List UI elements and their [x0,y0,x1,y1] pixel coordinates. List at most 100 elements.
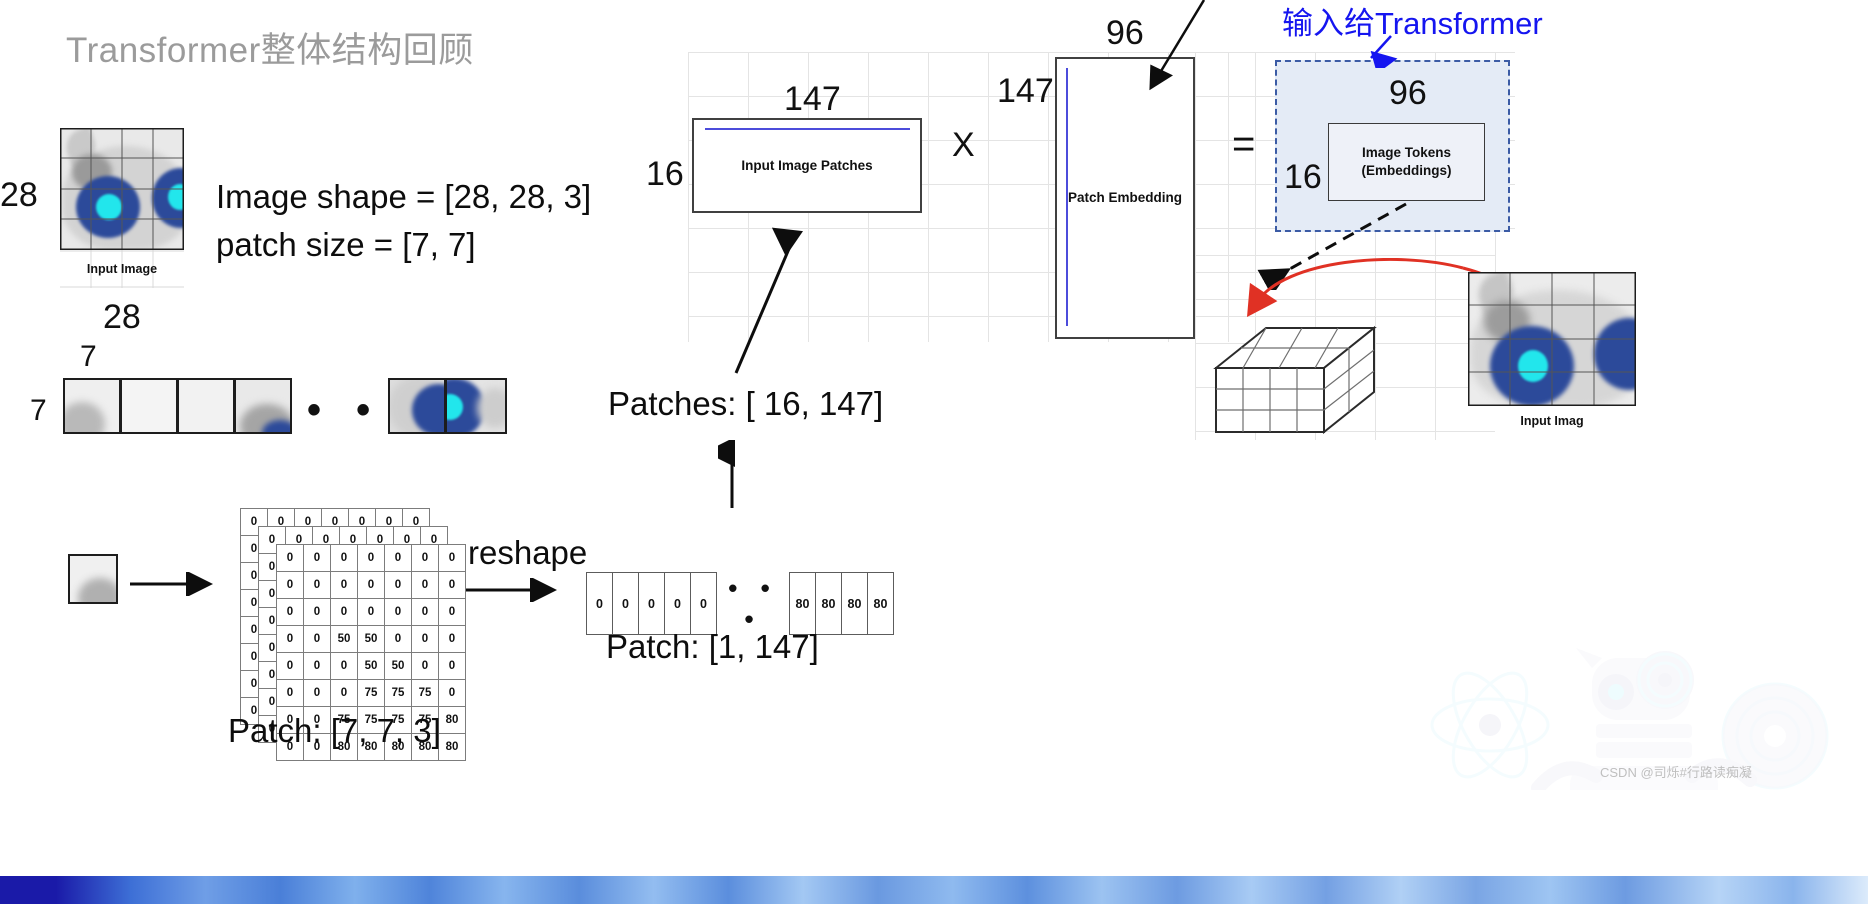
patch-matrix-cell: 0 [330,544,358,572]
row-vector-ellipsis: • • • [728,572,778,634]
row-vector-cell: 0 [664,572,691,635]
embedding-pointer-arrow [1149,0,1206,91]
patch-matrix-cell: 0 [276,652,304,680]
patch-matrix-cell: 50 [357,652,385,680]
rhs-col-indicator [1066,68,1068,326]
patch-matrix-cell: 0 [438,625,466,653]
patch-strip-cell [388,378,446,434]
patch-matrix-cell: 0 [438,598,466,626]
patch-matrix-cell: 75 [357,679,385,707]
rhs-rows-label: 147 [997,72,1054,110]
input-image-caption: Input Image [86,262,158,276]
patch-matrix-row: 0000000 [276,598,466,626]
tokens-cols-label: 96 [1389,74,1427,112]
input-image-thumbnail-group: Input Image [60,128,184,288]
patch-vector-up-arrow [718,440,735,508]
patch-matrix-cell: 0 [330,571,358,599]
patch-matrix-cell: 0 [438,652,466,680]
row-vector-cell: 0 [586,572,613,635]
image-height-label: 28 [0,176,38,214]
multiply-operator: X [952,126,975,164]
patch-matrix-cell: 0 [384,544,412,572]
patch-matrix-cell: 0 [357,598,385,626]
image-shape-equation: Image shape = [28, 28, 3] [216,178,592,215]
patch-matrix-cell: 80 [438,706,466,734]
tokens-rows-label: 16 [1284,158,1322,196]
patch-matrix-row: 0007575750 [276,679,466,707]
image-width-label: 28 [103,298,141,336]
row-vector-cell: 80 [789,572,816,635]
reshape-label: reshape [468,534,588,571]
patch-matrix-cell: 0 [438,679,466,707]
lhs-rows-label: 16 [646,155,684,193]
image-tokens-label-line2: (Embeddings) [1361,163,1452,178]
patch-matrix-cell: 0 [411,598,439,626]
patch-matrix-cell: 0 [276,598,304,626]
slide-canvas: Transformer整体结构回顾 Input Image 28 28 Imag… [0,0,1868,904]
patch-matrix-cell: 75 [411,679,439,707]
row-vector-cell: 80 [867,572,894,635]
patch-strip-group: • • • [63,378,513,436]
patch-matrix-cell: 0 [330,652,358,680]
transformer-input-annotation: 输入给Transformer [1282,6,1543,41]
patch-matrix-cell: 0 [411,652,439,680]
reshape-arrow [466,578,557,602]
patch-matrix-cell: 0 [384,571,412,599]
input-image-patches-box: Input Image Patches [692,118,922,213]
patch-strip-cell [177,378,235,434]
bottom-decorative-bar [0,876,1868,904]
reshaped-row-vector: 0 0 0 0 0 • • • 80 80 80 80 [586,572,894,635]
patch-size-equation: patch size = [7, 7] [216,226,476,263]
patch-grid-overlay [60,128,184,250]
patch-matrix-cell: 0 [276,571,304,599]
patch-strip-cell [234,378,292,434]
patch-strip-cell [120,378,178,434]
right-input-image-group: Input Imag [1468,272,1636,430]
patches-shape-label: Patches: [ 16, 147] [608,385,884,422]
row-vector-table: 0 0 0 0 0 • • • 80 80 80 80 [586,572,894,635]
patch-strip-cell [63,378,121,434]
page-title: Transformer整体结构回顾 [66,31,474,70]
patch-1x147-caption: Patch: [1, 147] [606,628,819,665]
patch-matrix-cell: 0 [303,679,331,707]
patch-matrix-cell: 0 [276,679,304,707]
patches-to-box-arrow [734,227,804,374]
patch-matrix-cell: 0 [411,625,439,653]
patch-matrix-cell: 0 [357,571,385,599]
patch-strip-width-label: 7 [30,394,47,427]
annotation-blue-arrow [1370,35,1398,68]
single-patch-thumbnail [68,554,118,604]
equals-operator: = [1232,122,1256,166]
patch-matrix-cell: 0 [303,571,331,599]
patch-matrix-cell: 50 [384,652,412,680]
patch-embedding-label: Patch Embedding [1067,190,1182,206]
patch-matrix-cell: 0 [303,625,331,653]
patch-matrix-cell: 0 [438,544,466,572]
csdn-watermark: CSDN @司烁#行路读痴凝 [1600,765,1752,780]
patch-matrix-row: 005050000 [276,625,466,653]
row-vector-cell: 80 [841,572,868,635]
patch-matrix-cell: 0 [303,652,331,680]
patch-matrix-row: 0000000 [276,571,466,599]
patch-matrix-cell: 0 [303,598,331,626]
patch-matrix-cell: 0 [330,679,358,707]
patch-matrix-cell: 50 [357,625,385,653]
patch-matrix-cell: 0 [384,625,412,653]
patch-matrix-cell: 0 [357,544,385,572]
right-patch-grid-overlay [1468,272,1636,406]
patch-matrix-cell: 0 [276,544,304,572]
patch-matrix-cell: 0 [303,544,331,572]
patch-matrix-cell: 0 [411,544,439,572]
patch-matrix-row: 0000000 [276,544,466,572]
row-vector-cell: 0 [638,572,665,635]
watermark-robot-art [1430,648,1829,790]
patch-strip-cell [445,378,507,434]
lhs-cols-label: 147 [784,80,841,118]
patch-matrix-cell: 80 [438,733,466,761]
right-input-image-caption: Input Imag [1520,414,1584,428]
row-vector-cell: 0 [690,572,717,635]
patch-matrix-cell: 0 [276,625,304,653]
patch-matrix-cell: 75 [384,679,412,707]
patch-matrix-cell: 0 [438,571,466,599]
patch-matrix-cell: 0 [411,571,439,599]
